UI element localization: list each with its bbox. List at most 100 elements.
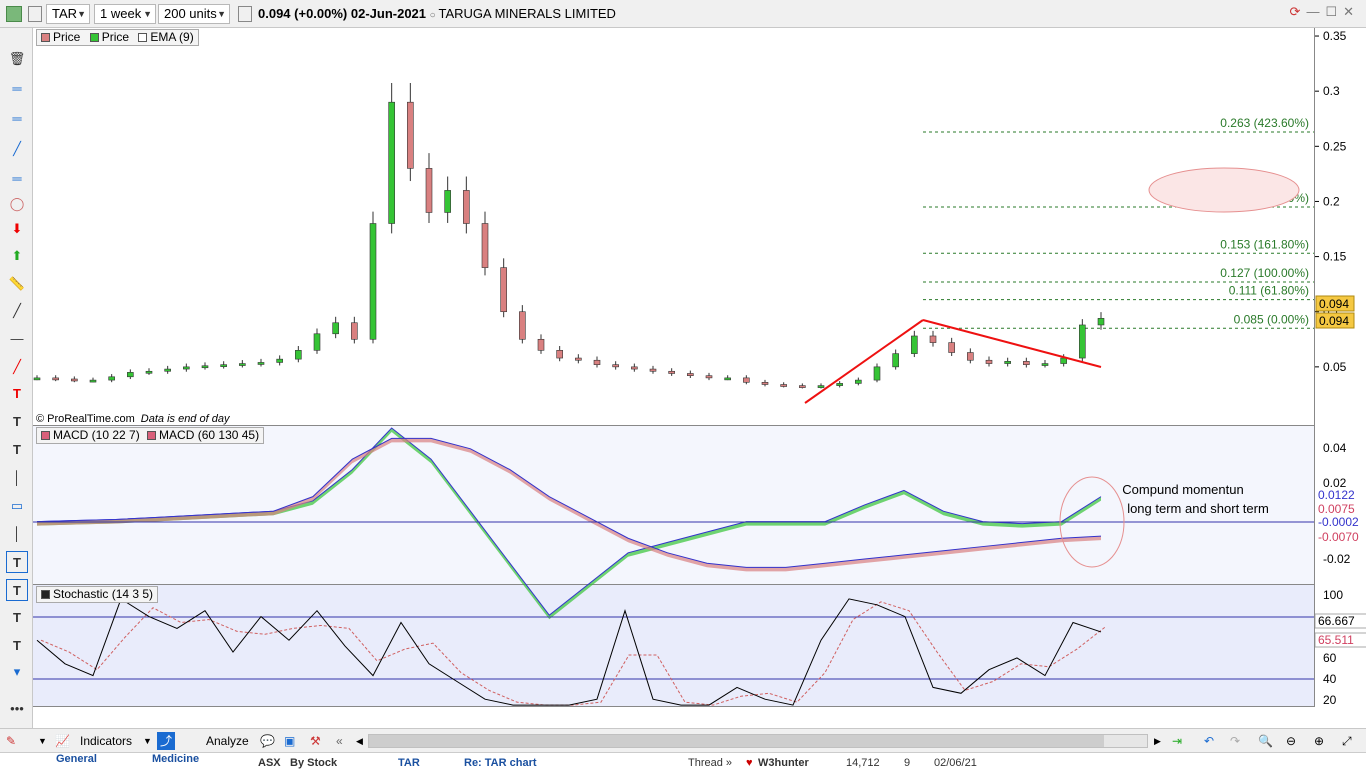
link-icon[interactable] [28,6,42,22]
tab-thread[interactable]: Thread » [688,757,732,769]
text-icon[interactable]: T [6,411,28,433]
candle-body [444,190,451,213]
interval-select[interactable]: 1 week ▼ [94,4,156,24]
horizontal-line-icon[interactable]: — [6,328,28,350]
forum-tabs: General Medicine ASX By Stock TAR Re: TA… [0,752,1366,769]
candle-body [425,168,433,213]
settings-icon[interactable] [238,6,252,22]
chevron-down-icon: ▼ [217,9,226,19]
fib-fan-icon[interactable]: ╱ [6,138,28,160]
legend-macd-long: MACD (60 130 45) [159,428,260,442]
tab-tar[interactable]: TAR [398,757,420,769]
tab-medicine[interactable]: Medicine [152,753,199,765]
fib-extension-icon[interactable]: ═ [6,168,28,190]
zoom-area-icon[interactable]: 🔍 [1258,732,1273,750]
text-icon[interactable]: T [6,635,28,657]
comment-icon[interactable]: 💬 [260,732,275,750]
stoch-value-label: 65.511 [1318,633,1354,647]
candle-body [1004,361,1011,364]
fib-line-icon[interactable]: ═ [6,78,28,100]
legend-swatch [41,33,50,42]
fib-level-label: 0.127 (100.00%) [1220,266,1309,280]
ticker-select[interactable]: TAR ▼ [46,4,90,24]
arrow-down-icon[interactable]: ⬇ [6,218,28,240]
analyze-button[interactable]: Analyze [206,732,249,750]
text-bold-icon[interactable]: T [6,439,28,461]
fib-highlight-ellipse[interactable] [1148,167,1300,213]
horizontal-scrollbar[interactable] [368,734,1148,748]
zoom-fit-icon[interactable]: ⤢ [1342,732,1352,750]
chevron-down-icon[interactable]: ▼ [143,732,152,750]
candle-body [33,377,41,381]
tab-replies: 9 [904,757,911,769]
sync-icon[interactable]: ⟳ [1290,4,1307,19]
fib-retracement-icon[interactable]: ═ [6,108,28,130]
redo-icon[interactable]: ↷ [1230,732,1240,750]
candle-body [855,379,862,384]
price-legend[interactable]: Price Price EMA (9) [36,29,199,46]
more-tools-icon[interactable]: ▾ [6,661,28,683]
macd-annotation-line1: Compund momentun [1122,482,1243,497]
scrollbar-thumb[interactable] [369,735,1104,747]
last-price-label: 0.094 [1319,314,1349,328]
text-box-icon[interactable]: T [6,551,28,573]
fib-level-label: 0.153 (161.80%) [1220,237,1309,251]
close-icon[interactable]: ✕ [1343,4,1360,19]
last-price-info: 0.094 (+0.00%) 02-Jun-2021 [258,6,427,21]
macd-annotation-line2: long term and short term [1127,501,1269,516]
legend-stochastic: Stochastic (14 3 5) [53,587,154,601]
candle-body [575,357,582,361]
scroll-left-double-icon[interactable]: « [336,732,343,750]
window-controls[interactable]: ⟳—☐✕ [1290,4,1360,20]
ellipse-icon[interactable]: ◯ [6,193,28,215]
trash-icon[interactable]: 🗑 [6,48,28,70]
rectangle-icon[interactable]: ▭ [6,495,28,517]
tool-icon[interactable]: ⚒ [310,732,321,750]
text-red-icon[interactable]: T [6,383,28,405]
fib-level-label: 0.111 (61.80%) [1229,284,1309,298]
tab-by-stock[interactable]: By Stock [290,757,337,769]
scroll-left-icon[interactable]: ◀ [356,732,363,750]
more-icon[interactable]: ••• [6,698,28,720]
vertical-line-icon[interactable]: │ [6,523,28,545]
scroll-right-icon[interactable]: ▶ [1154,732,1161,750]
chevron-down-icon[interactable]: ▼ [38,732,47,750]
macd-legend[interactable]: MACD (10 22 7) MACD (60 130 45) [36,427,265,444]
tab-asx[interactable]: ASX [258,757,281,769]
candle-body [1023,361,1030,365]
autoscroll-icon[interactable]: ⇥ [1172,732,1182,750]
ruler-icon[interactable]: 📏 [6,273,28,295]
heart-icon: ♥ [746,757,753,769]
tab-general[interactable]: General [56,753,97,765]
minimize-icon[interactable]: — [1306,4,1325,19]
candle-body [127,372,134,378]
stoch-legend[interactable]: Stochastic (14 3 5) [36,586,159,603]
zoom-in-icon[interactable]: ⊕ [1314,732,1324,750]
undo-icon[interactable]: ↶ [1204,732,1214,750]
indicators-button[interactable]: Indicators [80,732,132,750]
pencil-icon[interactable]: ✎ [6,732,16,750]
units-select[interactable]: 200 units ▼ [158,4,230,24]
segment-icon[interactable]: ╱ [6,356,28,378]
vertical-line-icon[interactable]: │ [6,467,28,489]
chart-area[interactable]: 0.263 (423.60%)0.195 (261.80%)0.153 (161… [33,28,1314,707]
copyright-text: © ProRealTime.com Data is end of day [36,413,231,425]
tab-date: 02/06/21 [934,757,977,769]
indicators-icon[interactable]: 📈 [55,732,70,750]
chart-type-icon[interactable] [6,6,22,22]
legend-ema: EMA (9) [150,30,194,44]
tab-username[interactable]: W3hunter [758,757,809,769]
zoom-out-icon[interactable]: ⊖ [1286,732,1296,750]
text-box-icon[interactable]: T [6,579,28,601]
interval-label: 1 week [100,6,142,21]
share-icon[interactable]: ⤴ [157,732,175,750]
tab-thread-title[interactable]: Re: TAR chart [464,757,537,769]
maximize-icon[interactable]: ☐ [1325,4,1343,19]
trendline-icon[interactable]: ╱ [6,300,28,322]
monitor-icon[interactable]: ▣ [284,732,295,750]
candle-body [556,350,563,359]
tab-views: 14,712 [846,757,880,769]
arrow-up-icon[interactable]: ⬆ [6,245,28,267]
macd-value-label: 0.0075 [1318,502,1355,516]
text-icon[interactable]: T [6,607,28,629]
